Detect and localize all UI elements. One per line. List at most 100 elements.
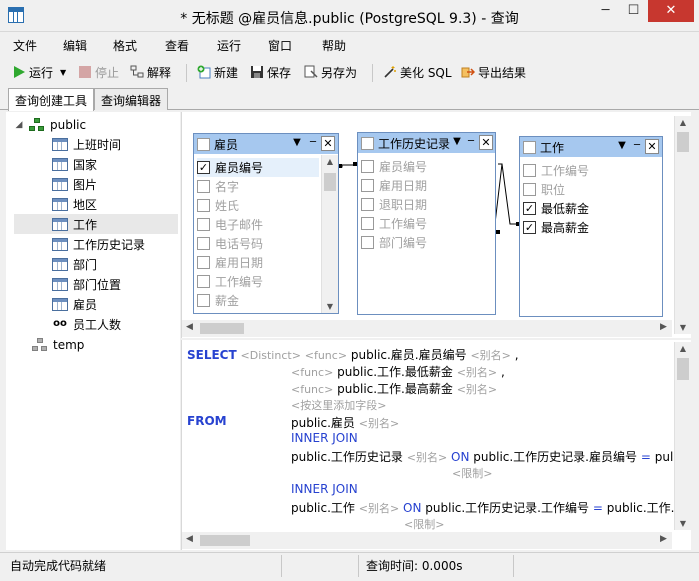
- menu-format[interactable]: 格式: [113, 37, 137, 54]
- box-menu-icon[interactable]: ▼: [290, 135, 304, 151]
- box-close-icon[interactable]: ✕: [645, 139, 659, 154]
- sql-alias-placeholder[interactable]: <别名>: [359, 502, 399, 515]
- box-minimize-icon[interactable]: ─: [306, 135, 320, 151]
- sql-column[interactable]: public.工作.最高薪金: [337, 382, 453, 396]
- scroll-up-icon[interactable]: ▲: [322, 157, 338, 166]
- tree-view-item[interactable]: oo 员工人数: [52, 314, 178, 334]
- box-vertical-scrollbar[interactable]: ▲ ▼: [321, 155, 338, 313]
- scroll-down-icon[interactable]: ▼: [675, 519, 691, 528]
- field-checkbox[interactable]: [197, 237, 210, 250]
- sql-alias-placeholder[interactable]: <别名>: [470, 349, 510, 362]
- save-as-button[interactable]: 另存为: [304, 63, 357, 81]
- table-box-header[interactable]: 工作 ▼ ─ ✕: [520, 137, 662, 157]
- scroll-down-icon[interactable]: ▼: [675, 323, 691, 332]
- scroll-thumb[interactable]: [677, 132, 689, 152]
- scroll-right-icon[interactable]: ▶: [660, 322, 667, 332]
- box-close-icon[interactable]: ✕: [479, 135, 493, 150]
- menu-file[interactable]: 文件: [13, 37, 37, 54]
- field-row[interactable]: 姓氏: [197, 196, 239, 215]
- scroll-up-icon[interactable]: ▲: [675, 118, 691, 127]
- sql-alias-placeholder[interactable]: <别名>: [457, 383, 497, 396]
- tree-table-item[interactable]: 部门位置: [52, 274, 178, 294]
- field-row[interactable]: 电子邮件: [197, 215, 263, 234]
- scroll-thumb[interactable]: [200, 535, 250, 546]
- sql-alias-placeholder[interactable]: <别名>: [359, 417, 399, 430]
- sql-horizontal-scrollbar[interactable]: ◀ ▶: [182, 532, 672, 549]
- sql-alias-placeholder[interactable]: <别名>: [457, 366, 497, 379]
- select-all-checkbox[interactable]: [197, 137, 210, 151]
- field-checkbox[interactable]: [197, 256, 210, 269]
- run-button[interactable]: 运行 ▼: [12, 63, 66, 81]
- field-checkbox[interactable]: [361, 236, 374, 249]
- sql-limit-placeholder[interactable]: <限制>: [452, 465, 492, 481]
- scroll-left-icon[interactable]: ◀: [186, 534, 193, 544]
- menu-window[interactable]: 窗口: [268, 37, 292, 54]
- field-checkbox[interactable]: [361, 179, 374, 192]
- sql-vertical-scrollbar[interactable]: ▲ ▼: [674, 342, 691, 530]
- sql-alias-placeholder[interactable]: <别名>: [407, 451, 447, 464]
- designer-vertical-scrollbar[interactable]: ▲ ▼: [674, 116, 691, 334]
- field-row[interactable]: ✓ 最低薪金: [523, 199, 589, 218]
- tree-table-item[interactable]: 地区: [52, 194, 178, 214]
- scroll-left-icon[interactable]: ◀: [186, 322, 193, 332]
- beautify-sql-button[interactable]: 美化 SQL: [383, 63, 452, 81]
- field-row[interactable]: 工作编号: [361, 214, 427, 233]
- tree-table-item[interactable]: 部门: [52, 254, 178, 274]
- select-all-checkbox[interactable]: [361, 136, 374, 150]
- sql-condition[interactable]: pul: [655, 450, 674, 464]
- menu-view[interactable]: 查看: [165, 37, 189, 54]
- sql-condition[interactable]: public.工作历史记录.工作编号: [425, 501, 589, 515]
- field-row[interactable]: 电话号码: [197, 234, 263, 253]
- field-checkbox[interactable]: [523, 183, 536, 196]
- scroll-thumb[interactable]: [324, 173, 336, 191]
- table-box-job[interactable]: 工作 ▼ ─ ✕ 工作编号 职位 ✓ 最低薪金 ✓ 最高薪金: [519, 136, 663, 317]
- menu-edit[interactable]: 编辑: [63, 37, 87, 54]
- scroll-up-icon[interactable]: ▲: [675, 344, 691, 353]
- field-row[interactable]: ✓ 雇员编号: [197, 158, 319, 177]
- tab-query-builder[interactable]: 查询创建工具: [8, 88, 95, 111]
- minimize-button[interactable]: ─: [592, 0, 619, 22]
- scroll-thumb[interactable]: [200, 323, 244, 334]
- field-checkbox[interactable]: [361, 160, 374, 173]
- field-checkbox[interactable]: [197, 218, 210, 231]
- sql-column[interactable]: public.雇员.雇员编号: [351, 348, 467, 362]
- table-box-header[interactable]: 雇员 ▼ ─ ✕: [194, 134, 338, 154]
- sql-table[interactable]: public.雇员: [291, 416, 355, 430]
- sql-distinct-placeholder[interactable]: <Distinct>: [241, 349, 301, 362]
- field-row[interactable]: 雇员编号: [361, 157, 427, 176]
- field-row[interactable]: 薪金: [197, 291, 239, 310]
- field-row[interactable]: 名字: [197, 177, 239, 196]
- field-checkbox-checked[interactable]: ✓: [523, 221, 536, 234]
- box-menu-icon[interactable]: ▼: [450, 134, 464, 150]
- sql-condition[interactable]: public.工作.: [607, 501, 675, 515]
- field-row[interactable]: 职位: [523, 180, 565, 199]
- explain-button[interactable]: 解释: [130, 63, 171, 81]
- field-row[interactable]: 雇用日期: [361, 176, 427, 195]
- menu-help[interactable]: 帮助: [322, 37, 346, 54]
- field-checkbox-checked[interactable]: ✓: [523, 202, 536, 215]
- scroll-thumb[interactable]: [677, 358, 689, 380]
- sql-column[interactable]: public.工作.最低薪金: [337, 365, 453, 379]
- sql-condition[interactable]: public.工作历史记录.雇员编号: [473, 450, 637, 464]
- save-button[interactable]: 保存: [250, 63, 291, 81]
- sql-func-placeholder[interactable]: <func>: [305, 349, 347, 362]
- tree-table-item[interactable]: 国家: [52, 154, 178, 174]
- sql-preview[interactable]: SELECT <Distinct> <func> public.雇员.雇员编号 …: [181, 340, 691, 550]
- sql-table[interactable]: public.工作: [291, 501, 355, 515]
- export-results-button[interactable]: 导出结果: [461, 63, 526, 81]
- field-checkbox[interactable]: [361, 217, 374, 230]
- query-designer-canvas[interactable]: 雇员 ▼ ─ ✕ ✓ 雇员编号 名字 姓氏 电子邮件 电话号码 雇用日期 工作编号…: [181, 112, 691, 338]
- field-row[interactable]: 退职日期: [361, 195, 427, 214]
- table-box-job-history[interactable]: 工作历史记录 ▼ ─ ✕ 雇员编号 雇用日期 退职日期 工作编号 部门编号: [357, 132, 496, 315]
- table-box-employee[interactable]: 雇员 ▼ ─ ✕ ✓ 雇员编号 名字 姓氏 电子邮件 电话号码 雇用日期 工作编号…: [193, 133, 339, 314]
- box-minimize-icon[interactable]: ─: [630, 138, 644, 154]
- sql-add-field-placeholder[interactable]: <按这里添加字段>: [291, 397, 386, 413]
- tree-table-item[interactable]: 上班时间: [52, 134, 178, 154]
- tree-table-item[interactable]: 工作历史记录: [52, 234, 178, 254]
- scroll-down-icon[interactable]: ▼: [322, 302, 338, 311]
- box-menu-icon[interactable]: ▼: [615, 138, 629, 154]
- run-dropdown-icon[interactable]: ▼: [60, 68, 66, 77]
- field-checkbox[interactable]: [361, 198, 374, 211]
- sql-limit-placeholder[interactable]: <限制>: [404, 516, 444, 532]
- sql-func-placeholder[interactable]: <func>: [291, 383, 333, 396]
